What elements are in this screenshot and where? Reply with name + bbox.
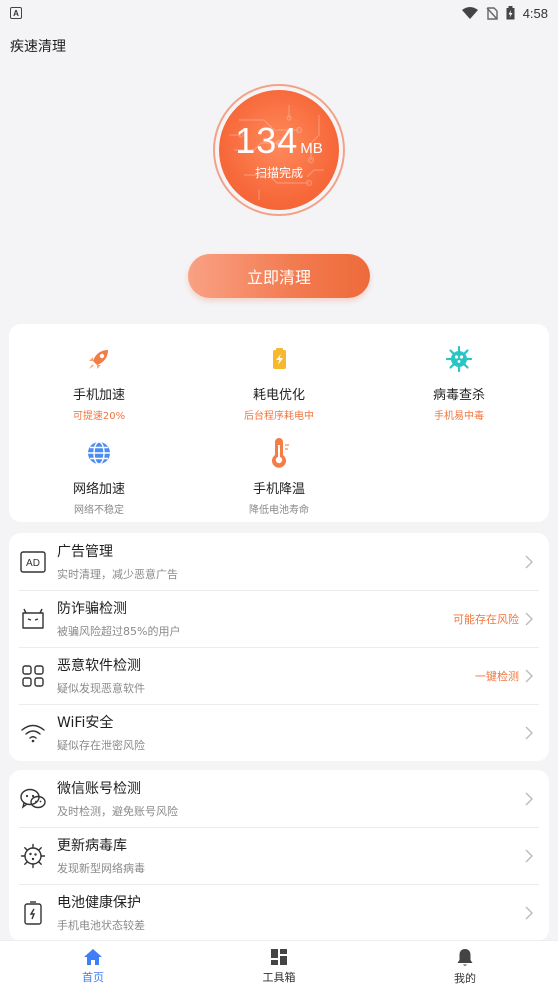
- nav-label: 我的: [454, 971, 476, 985]
- apps-grid-icon: [19, 662, 47, 690]
- svg-text:AD: AD: [26, 558, 40, 569]
- scan-result-circle: 134 MB 扫描完成: [213, 84, 345, 216]
- status-right: 4:58: [461, 5, 548, 21]
- list-item-battery-health[interactable]: 电池健康保护 手机电池状态较差: [9, 884, 549, 941]
- chevron-right-icon: [525, 668, 535, 684]
- bottom-nav: 首页 工具箱 我的: [0, 940, 558, 992]
- tool-phone-boost[interactable]: 手机加速 可提速20%: [9, 344, 189, 422]
- row-sub: 实时清理，减少恶意广告: [57, 568, 178, 581]
- row-title: 电池健康保护: [57, 895, 141, 911]
- scan-size-value: 134: [235, 119, 299, 161]
- row-title: 恶意软件检测: [57, 658, 141, 674]
- nav-mine[interactable]: 我的: [372, 941, 558, 992]
- tool-label: 手机加速: [72, 388, 125, 403]
- tool-sub: 网络不稳定: [74, 505, 124, 516]
- tool-virus-scan[interactable]: 病毒查杀 手机易中毒: [369, 344, 549, 422]
- tool-label: 病毒查杀: [432, 388, 485, 403]
- clean-now-button[interactable]: 立即清理: [188, 254, 370, 298]
- virus-outline-icon: [19, 842, 47, 870]
- chevron-right-icon: [525, 554, 535, 570]
- row-title: WiFi安全: [57, 715, 114, 731]
- row-sub: 手机电池状态较差: [57, 919, 145, 932]
- home-icon: [84, 949, 102, 965]
- row-sub: 及时检测，避免账号风险: [57, 805, 178, 818]
- row-title: 微信账号检测: [57, 781, 141, 797]
- list-item-wifi-security[interactable]: WiFi安全 疑似存在泄密风险: [9, 704, 549, 761]
- row-text: 广告管理 实时清理，减少恶意广告: [57, 541, 525, 582]
- tool-power-optimize[interactable]: 耗电优化 后台程序耗电中: [189, 344, 369, 422]
- battery-outline-icon: [19, 899, 47, 927]
- battery-charging-icon: [506, 6, 515, 20]
- nav-label: 首页: [82, 971, 104, 984]
- virus-icon: [444, 344, 474, 374]
- chevron-right-icon: [525, 611, 535, 627]
- wifi-signal-icon: [461, 7, 478, 19]
- no-sim-icon: [486, 6, 498, 20]
- row-sub: 被骗风险超过85%的用户: [57, 625, 181, 638]
- row-text: 防诈骗检测 被骗风险超过85%的用户: [57, 598, 453, 639]
- chevron-right-icon: [525, 905, 535, 921]
- one-click-detect[interactable]: 一键检测: [475, 668, 519, 684]
- rocket-icon: [84, 344, 114, 374]
- row-title: 防诈骗检测: [57, 601, 127, 617]
- nav-label: 工具箱: [262, 971, 296, 984]
- list-item-malware-detect[interactable]: 恶意软件检测 疑似发现恶意软件 一键检测: [9, 647, 549, 704]
- chevron-right-icon: [525, 791, 535, 807]
- battery-icon: [264, 344, 294, 374]
- tool-phone-cooling[interactable]: 手机降温 降低电池寿命: [189, 438, 369, 516]
- tool-sub: 后台程序耗电中: [244, 411, 314, 422]
- app-title: 疾速清理: [10, 39, 66, 55]
- row-sub: 疑似存在泄密风险: [57, 739, 145, 752]
- tool-network-boost[interactable]: 网络加速 网络不稳定: [9, 438, 189, 516]
- ad-icon: AD: [19, 548, 47, 576]
- tool-label: 手机降温: [252, 482, 305, 497]
- wifi-icon: [19, 719, 47, 747]
- risk-status: 可能存在风险: [453, 612, 519, 626]
- wechat-icon: [19, 785, 47, 813]
- toolbox-icon: [271, 949, 287, 965]
- scan-result-inner: 134 MB 扫描完成: [219, 90, 339, 210]
- status-time: 4:58: [522, 5, 548, 21]
- tool-sub: 可提速20%: [72, 411, 126, 422]
- globe-icon: [84, 438, 114, 468]
- scan-size-unit: MB: [300, 139, 323, 157]
- status-bar: A 4:58: [0, 0, 558, 26]
- row-title: 更新病毒库: [57, 838, 127, 854]
- row-text: 更新病毒库 发现新型网络病毒: [57, 835, 525, 876]
- list-item-ad-manage[interactable]: AD 广告管理 实时清理，减少恶意广告: [9, 533, 549, 590]
- status-left: A: [10, 7, 22, 19]
- row-title: 广告管理: [57, 544, 113, 560]
- other-list-card: 微信账号检测 及时检测，避免账号风险 更新病毒库 发现新型网络病毒 电池健康保护…: [9, 770, 549, 941]
- tool-sub: 降低电池寿命: [249, 505, 309, 516]
- scan-status: 扫描完成: [254, 165, 303, 180]
- scan-size: 134 MB: [235, 120, 323, 162]
- row-text: 电池健康保护 手机电池状态较差: [57, 892, 525, 933]
- row-sub: 疑似发现恶意软件: [57, 682, 145, 695]
- thermometer-icon: [264, 438, 294, 468]
- list-item-wechat-detect[interactable]: 微信账号检测 及时检测，避免账号风险: [9, 770, 549, 827]
- security-list-card: AD 广告管理 实时清理，减少恶意广告 防诈骗检测 被骗风险超过85%的用户 可…: [9, 533, 549, 761]
- bell-icon: [457, 948, 473, 966]
- nav-toolbox[interactable]: 工具箱: [186, 941, 372, 992]
- chevron-right-icon: [525, 725, 535, 741]
- list-item-virus-db-update[interactable]: 更新病毒库 发现新型网络病毒: [9, 827, 549, 884]
- row-text: 微信账号检测 及时检测，避免账号风险: [57, 778, 525, 819]
- tool-label: 耗电优化: [252, 388, 305, 403]
- row-text: 恶意软件检测 疑似发现恶意软件: [57, 655, 475, 696]
- nav-home[interactable]: 首页: [0, 941, 186, 992]
- tool-label: 网络加速: [72, 482, 125, 497]
- notification-a-icon: A: [10, 7, 22, 19]
- robot-face-icon: [19, 605, 47, 633]
- chevron-right-icon: [525, 848, 535, 864]
- row-text: WiFi安全 疑似存在泄密风险: [57, 712, 525, 753]
- tool-sub: 手机易中毒: [434, 411, 484, 422]
- list-item-fraud-detect[interactable]: 防诈骗检测 被骗风险超过85%的用户 可能存在风险: [9, 590, 549, 647]
- tools-card: 手机加速 可提速20% 耗电优化 后台程序耗电中 病毒查杀 手机易中毒 网络加速…: [9, 324, 549, 522]
- row-sub: 发现新型网络病毒: [57, 862, 145, 875]
